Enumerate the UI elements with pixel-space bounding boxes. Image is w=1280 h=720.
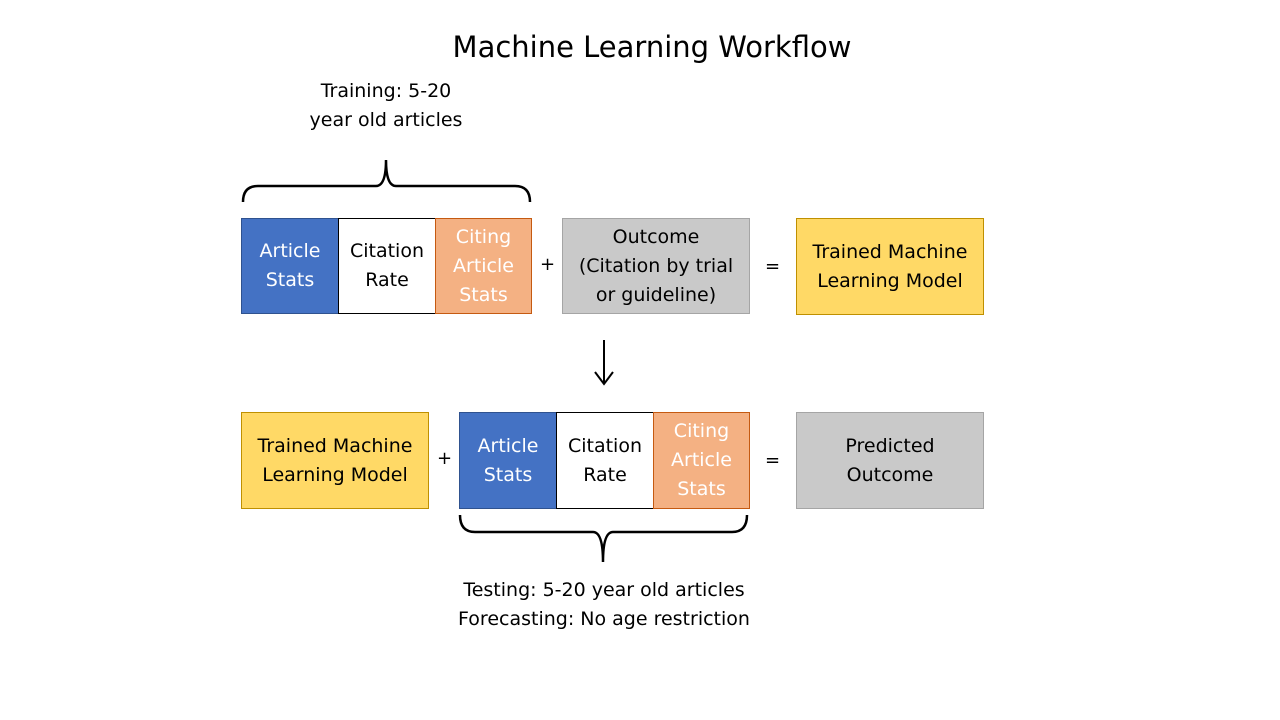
down-arrow-icon — [594, 340, 614, 386]
row1-article-stats-box: Article Stats — [241, 218, 339, 314]
testing-note: Testing: 5-20 year old articles Forecast… — [458, 579, 750, 630]
row2-predicted-outcome-box: Predicted Outcome — [796, 412, 984, 509]
row2-article-stats-box: Article Stats — [459, 412, 557, 509]
row1-citing-article-stats-box: Citing Article Stats — [435, 218, 532, 314]
row1-equals: = — [765, 256, 781, 277]
row2-equals: = — [765, 450, 781, 471]
row2-model-box: Trained Machine Learning Model — [241, 412, 429, 509]
row1-outcome-box: Outcome (Citation by trial or guideline) — [562, 218, 750, 314]
row2-citing-article-stats-box: Citing Article Stats — [653, 412, 750, 509]
training-brace — [241, 159, 532, 203]
row1-model-box: Trained Machine Learning Model — [796, 218, 984, 315]
row1-plus: + — [540, 254, 556, 275]
testing-brace — [458, 514, 749, 563]
row2-plus: + — [437, 448, 453, 469]
row2-citation-rate-box: Citation Rate — [556, 412, 654, 509]
row1-citation-rate-box: Citation Rate — [338, 218, 436, 314]
